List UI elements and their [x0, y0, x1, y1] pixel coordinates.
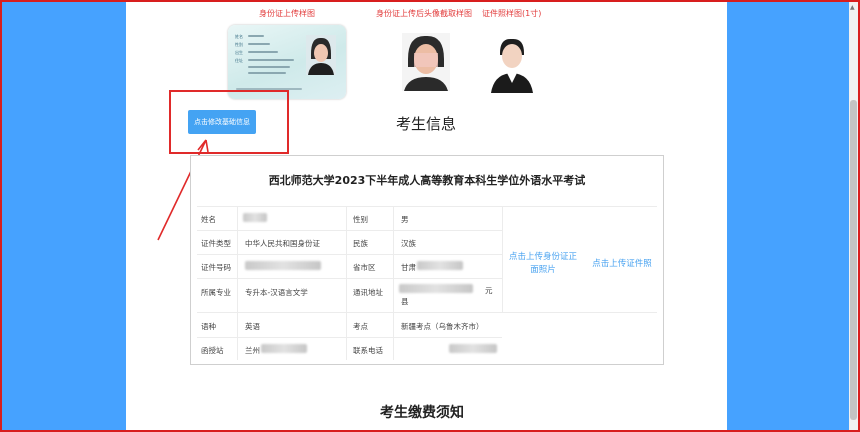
field-label-province: 省市区	[353, 263, 376, 272]
field-value-language: 英语	[245, 322, 260, 331]
field-value-exam-site: 新疆考点（乌鲁木齐市）	[401, 322, 484, 331]
name-value-redacted	[243, 213, 267, 222]
left-background-panel	[2, 2, 126, 430]
field-label-exam-site: 考点	[353, 322, 368, 331]
field-value-province: 甘肃	[401, 263, 416, 272]
station-redacted	[261, 344, 307, 353]
province-redacted	[417, 261, 463, 270]
section-title-candidate-info: 考生信息	[396, 115, 457, 133]
field-label-address: 通讯地址	[353, 288, 383, 297]
scrollbar-thumb[interactable]	[850, 100, 857, 420]
section-title-fee-notice: 考生缴费须知	[380, 405, 464, 421]
field-label-name: 姓名	[201, 215, 216, 224]
field-value-gender: 男	[401, 215, 409, 224]
photo-sample-label: 证件照样图(1寸)	[482, 9, 542, 18]
field-label-ethnicity: 民族	[353, 239, 368, 248]
field-value-ethnicity: 汉族	[401, 239, 416, 248]
field-label-phone: 联系电话	[353, 346, 383, 355]
scroll-up-arrow-icon[interactable]: ▲	[850, 4, 855, 11]
upload-cert-photo-link[interactable]: 点击上传证件照	[587, 258, 657, 271]
id-crop-sample-label: 身份证上传后头像截取样图	[376, 9, 472, 18]
id-card-sample-label: 身份证上传样图	[259, 9, 315, 18]
field-value-address-part2: 县	[401, 297, 409, 306]
field-value-station: 兰州	[245, 346, 260, 355]
upload-id-photo-link[interactable]: 点击上传身份证正面照片	[509, 251, 577, 277]
field-label-id-type: 证件类型	[201, 239, 231, 248]
phone-redacted	[449, 344, 497, 353]
field-label-language: 语种	[201, 322, 216, 331]
field-label-gender: 性别	[353, 215, 368, 224]
field-value-id-type: 中华人民共和国身份证	[245, 239, 320, 248]
field-value-address-part1: 元	[485, 286, 493, 295]
address-redacted	[399, 284, 473, 293]
field-label-id-number: 证件号码	[201, 263, 231, 272]
exam-title: 西北师范大学2023下半年成人高等教育本科生学位外语水平考试	[268, 174, 586, 187]
field-value-major: 专升本-汉语言文学	[245, 288, 308, 297]
id-card-sample-image: 姓名 性别 出生 住址	[228, 25, 346, 99]
right-background-panel	[727, 2, 849, 430]
id-card-face-icon	[306, 35, 336, 75]
field-label-major: 所属专业	[201, 288, 231, 297]
id-photo-sample-image	[488, 33, 536, 93]
candidate-info-panel: 西北师范大学2023下半年成人高等教育本科生学位外语水平考试 姓名 性别 男 证…	[190, 155, 664, 365]
id-number-redacted	[245, 261, 321, 270]
cropped-face-sample-image	[402, 33, 450, 91]
field-label-station: 函授站	[201, 346, 224, 355]
